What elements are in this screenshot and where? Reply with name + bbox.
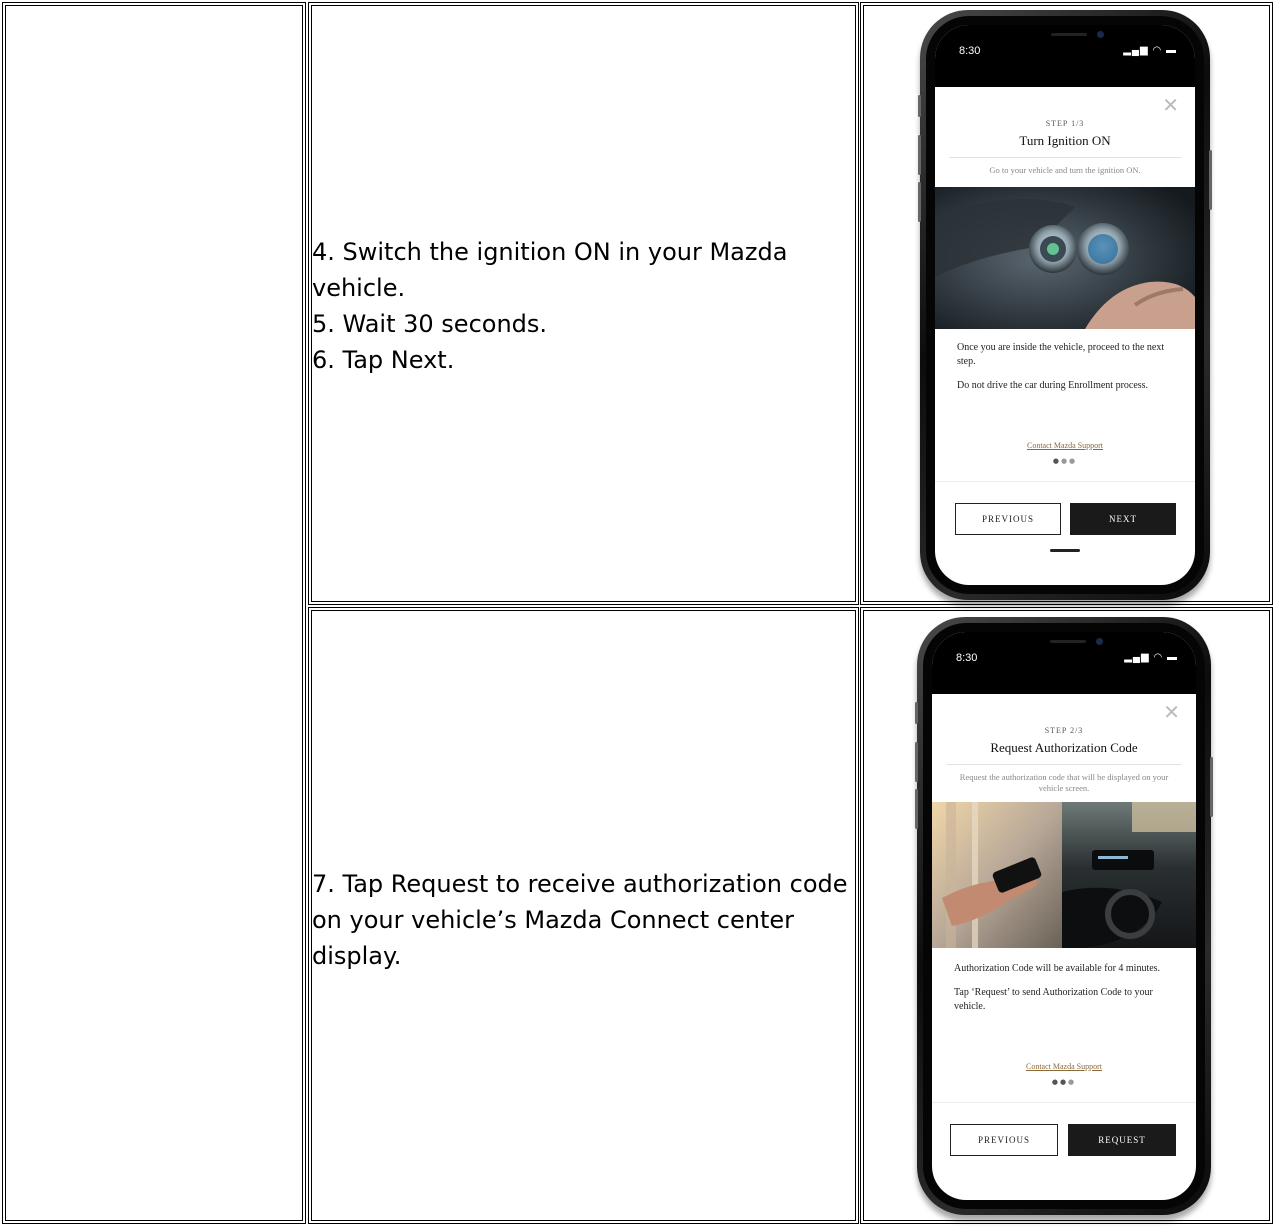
home-indicator xyxy=(1050,549,1080,552)
contact-support-link[interactable]: Contact Mazda Support xyxy=(935,441,1195,450)
phone-screen: 8:30 ▂▄▆ ◠ ▬ ✕ STEP 2/3 Request Authoriz… xyxy=(932,632,1196,1200)
close-icon[interactable]: ✕ xyxy=(1163,702,1180,722)
table-cell-left xyxy=(2,2,306,1224)
battery-icon: ▬ xyxy=(1166,45,1177,56)
screen-body: Once you are inside the vehicle, proceed… xyxy=(957,341,1179,403)
screen-subtitle: Request the authorization code that will… xyxy=(959,772,1169,793)
page-indicator: ●●● xyxy=(1051,1078,1077,1086)
instructions-step-4-6: 4. Switch the ignition ON in your Mazda … xyxy=(312,234,787,378)
previous-button[interactable]: PREVIOUS xyxy=(950,1124,1058,1156)
step-label: STEP 1/3 xyxy=(1045,119,1085,128)
screen-title: Request Authorization Code xyxy=(990,740,1138,755)
status-icons: ▂▄▆ ◠ ▬ xyxy=(1124,652,1178,663)
wifi-icon: ◠ xyxy=(1152,45,1163,56)
next-button[interactable]: NEXT xyxy=(1070,503,1176,535)
instruction-line: 7. Tap Request to receive authorization … xyxy=(312,870,848,898)
status-time: 8:30 xyxy=(956,652,978,664)
status-time: 8:30 xyxy=(959,45,981,57)
status-icons: ▂▄▆ ◠ ▬ xyxy=(1123,45,1177,56)
instruction-line: 5. Wait 30 seconds. xyxy=(312,310,548,338)
page-indicator: ●●● xyxy=(1052,457,1078,465)
instruction-line: vehicle. xyxy=(312,274,406,302)
body-paragraph: Once you are inside the vehicle, proceed… xyxy=(957,342,1165,367)
battery-icon: ▬ xyxy=(1167,652,1178,663)
close-icon[interactable]: ✕ xyxy=(1162,95,1179,115)
phone-mockup-step-1: 8:30 ▂▄▆ ◠ ▬ ✕ STEP 1/3 Turn Ignition ON… xyxy=(918,10,1212,600)
body-paragraph: Authorization Code will be available for… xyxy=(954,963,1161,974)
step-label: STEP 2/3 xyxy=(1044,726,1084,735)
screen-subtitle: Go to your vehicle and turn the ignition… xyxy=(989,165,1141,175)
wifi-icon: ◠ xyxy=(1153,652,1164,663)
screen-body: Authorization Code will be available for… xyxy=(954,962,1180,1024)
screen-title: Turn Ignition ON xyxy=(1019,133,1111,148)
body-paragraph: Tap ‘Request’ to send Authorization Code… xyxy=(954,987,1153,1012)
body-paragraph: Do not drive the car during Enrollment p… xyxy=(957,380,1149,391)
contact-support-link[interactable]: Contact Mazda Support xyxy=(932,1062,1196,1071)
signal-icon: ▂▄▆ xyxy=(1124,652,1150,663)
phone-and-dashboard-photo xyxy=(932,802,1196,948)
previous-button[interactable]: PREVIOUS xyxy=(955,503,1061,535)
instruction-line: 6. Tap Next. xyxy=(312,346,455,374)
instruction-line: 4. Switch the ignition ON in your Mazda xyxy=(312,238,788,266)
ignition-button-photo xyxy=(935,187,1195,329)
instruction-line: on your vehicle’s Mazda Connect center xyxy=(312,906,795,934)
signal-icon: ▂▄▆ xyxy=(1123,45,1149,56)
request-button[interactable]: REQUEST xyxy=(1068,1124,1176,1156)
instructions-step-7: 7. Tap Request to receive authorization … xyxy=(312,866,848,974)
instruction-line: display. xyxy=(312,942,402,970)
phone-screen: 8:30 ▂▄▆ ◠ ▬ ✕ STEP 1/3 Turn Ignition ON… xyxy=(935,25,1195,585)
phone-mockup-step-2: 8:30 ▂▄▆ ◠ ▬ ✕ STEP 2/3 Request Authoriz… xyxy=(915,617,1213,1215)
